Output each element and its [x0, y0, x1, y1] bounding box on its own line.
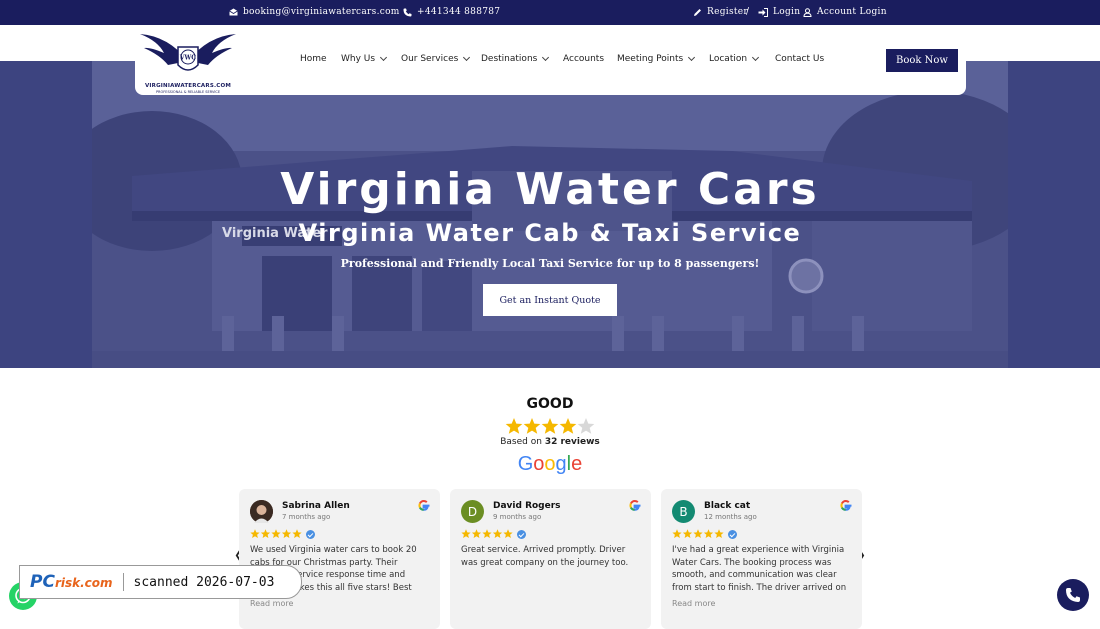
- site-header: VWC VIRGINIAWATERCARS.COM PROFESSIONAL &…: [135, 25, 966, 95]
- google-logo: Google: [517, 453, 583, 475]
- phone-icon: [403, 8, 412, 16]
- nav-destinations[interactable]: Destinations: [481, 53, 550, 64]
- nav-location[interactable]: Location: [709, 53, 760, 64]
- nav-contact-us[interactable]: Contact Us: [775, 54, 824, 64]
- verified-badge-icon: [517, 530, 526, 539]
- nav-label: Location: [709, 54, 748, 64]
- nav-label: Why Us: [341, 54, 376, 64]
- call-button[interactable]: [1057, 579, 1089, 611]
- reviewer-name: David Rogers: [493, 501, 561, 511]
- nav-label: Meeting Points: [617, 54, 684, 64]
- hero-tagline: Professional and Friendly Local Taxi Ser…: [340, 257, 760, 270]
- review-stars-icon: [461, 529, 513, 538]
- phone-icon: [1066, 588, 1080, 602]
- email-link[interactable]: booking@virginiawatercars.com: [229, 7, 400, 17]
- chevron-down-icon: [463, 53, 471, 62]
- pcrisk-logo: PCrisk.com: [30, 572, 113, 592]
- nav-label: Accounts: [563, 54, 605, 64]
- envelope-icon: [229, 8, 238, 16]
- phone-link[interactable]: +441344 888787: [403, 7, 500, 17]
- review-time: 9 months ago: [493, 513, 542, 521]
- hero-subtitle: Virginia Water Cab & Taxi Service: [298, 219, 802, 247]
- review-card: D David Rogers 9 months ago Great servic…: [450, 489, 651, 629]
- logo-name: VIRGINIAWATERCARS.COM: [144, 83, 232, 89]
- pcrisk-watermark: PCrisk.com scanned 2026-07-03: [19, 565, 302, 599]
- rating-stars-icon: [505, 418, 595, 434]
- logo-tagline: PROFESSIONAL & RELIABLE SERVICE: [155, 90, 221, 94]
- review-card: Sabrina Allen 7 months ago We used Virgi…: [239, 489, 440, 629]
- register-label: Register: [707, 7, 749, 17]
- review-time: 12 months ago: [704, 513, 757, 521]
- top-bar: booking@virginiawatercars.com +441344 88…: [0, 0, 1100, 25]
- nav-label: Our Services: [401, 54, 459, 64]
- google-g-icon: [629, 499, 641, 511]
- reviewer-name: Sabrina Allen: [282, 501, 350, 511]
- pcrisk-brand: PC: [30, 572, 55, 592]
- nav-why-us[interactable]: Why Us: [341, 53, 388, 64]
- avatar: [250, 500, 273, 523]
- sign-in-icon: [758, 7, 768, 17]
- instant-quote-button[interactable]: Get an Instant Quote: [483, 284, 617, 316]
- nav-home[interactable]: Home: [300, 54, 327, 64]
- review-stars-icon: [672, 529, 724, 538]
- based-on-text: Based on 32 reviews: [0, 437, 1100, 447]
- login-label: Login: [773, 7, 801, 17]
- chevron-down-icon: [542, 53, 550, 62]
- nav-label: Contact Us: [775, 54, 825, 64]
- user-icon: [803, 7, 812, 17]
- review-time: 7 months ago: [282, 513, 331, 521]
- review-text: Great service. Arrived promptly. Driver …: [461, 545, 629, 568]
- pencil-icon: [694, 8, 701, 16]
- read-more-link[interactable]: Read more: [672, 599, 715, 608]
- watermark-divider: [122, 573, 124, 591]
- read-more-link[interactable]: Read more: [250, 599, 293, 608]
- chevron-down-icon: [688, 53, 696, 62]
- account-login-link[interactable]: Account Login: [803, 7, 887, 17]
- nav-label: Home: [300, 54, 327, 64]
- nav-label: Destinations: [481, 54, 538, 64]
- phone-text: +441344 888787: [417, 7, 501, 17]
- site-logo[interactable]: VWC VIRGINIAWATERCARS.COM PROFESSIONAL &…: [138, 31, 238, 94]
- based-on-prefix: Based on: [500, 437, 542, 447]
- email-text: booking@virginiawatercars.com: [243, 7, 400, 17]
- chevron-down-icon: [380, 53, 388, 62]
- topbar-separator: /: [746, 7, 749, 17]
- avatar: D: [461, 500, 484, 523]
- avatar: B: [672, 500, 695, 523]
- hero-title: Virginia Water Cars: [280, 164, 820, 215]
- nav-accounts[interactable]: Accounts: [563, 54, 604, 64]
- nav-our-services[interactable]: Our Services: [401, 53, 471, 64]
- register-link[interactable]: Register: [693, 7, 748, 17]
- review-card: B Black cat 12 months ago I've had a gre…: [661, 489, 862, 629]
- reviewer-name: Black cat: [704, 501, 751, 511]
- google-g-icon: [418, 499, 430, 511]
- rating-word: GOOD: [526, 396, 574, 412]
- profile-photo-icon: [250, 500, 273, 523]
- login-link[interactable]: Login: [758, 7, 800, 17]
- logo-emblem-letters: VWC: [179, 55, 196, 62]
- nav-meeting-points[interactable]: Meeting Points: [617, 53, 696, 64]
- wings-emblem-icon: VWC: [140, 34, 236, 71]
- review-stars-icon: [250, 529, 302, 538]
- separator-text: /: [746, 7, 750, 17]
- book-now-button[interactable]: Book Now: [886, 49, 958, 72]
- review-count[interactable]: 32 reviews: [545, 437, 600, 447]
- google-g-icon: [840, 499, 852, 511]
- verified-badge-icon: [728, 530, 737, 539]
- scanned-date: scanned 2026-07-03: [133, 574, 275, 590]
- review-text: I've had a great experience with Virgini…: [672, 545, 847, 593]
- chevron-down-icon: [752, 53, 760, 62]
- verified-badge-icon: [306, 530, 315, 539]
- pcrisk-brand-suffix: risk.com: [54, 576, 113, 590]
- account-login-label: Account Login: [817, 7, 887, 17]
